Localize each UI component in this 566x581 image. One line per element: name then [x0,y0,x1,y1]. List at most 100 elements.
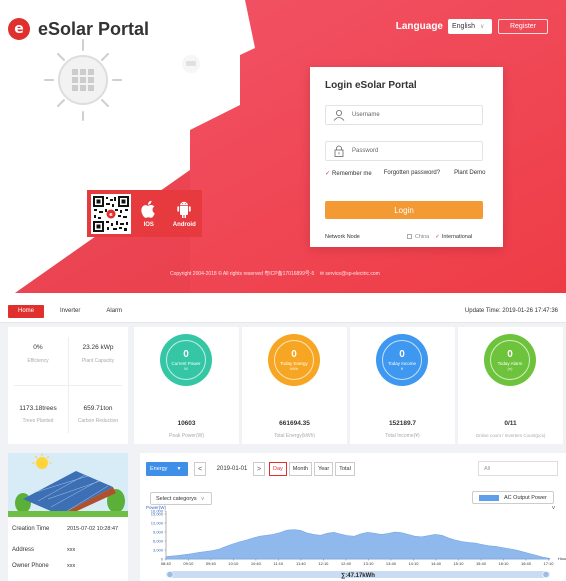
next-date-button[interactable]: > [253,462,265,476]
legend-swatch [479,494,499,501]
kpi-number: 0 [183,349,189,360]
date-display[interactable]: 2019-01-01 [211,462,253,476]
tab-inverter[interactable]: Inverter [50,305,90,318]
y-tick-label: 6,000 [153,539,164,544]
chevron-down-icon: ∨ [479,24,485,30]
x-tick-label: 10:10 [228,561,239,566]
energy-select[interactable]: Energy ▼ [146,462,188,476]
android-app-link[interactable]: Android [167,199,203,228]
legend-label: AC Output Power [504,494,547,501]
kpi-gauge: 0 Current Power W [160,334,212,386]
y-tick-label: 15,000 [151,512,164,517]
owner-label: Owner Phone [12,563,49,569]
period-total[interactable]: Total [335,462,355,476]
x-tick-label: 16:40 [521,561,532,566]
kpi-number: 0 [507,349,513,360]
x-tick-label: 17:10 [543,561,554,566]
remember-me-label: Remember me [332,171,372,177]
login-button[interactable]: Login [325,201,483,219]
kpi-gauge: 0 Today Income ¥ [376,334,428,386]
kpi-alarm: 0 Today Alarm (n) 0/11 Online count / In… [458,327,563,444]
password-field[interactable]: Password [325,141,483,161]
x-tick-label: 08:40 [161,561,172,566]
kpi-total: 10603 [177,420,196,427]
period-year[interactable]: Year [314,462,334,476]
username-field[interactable]: Username [325,105,483,125]
chart-legend[interactable]: AC Output Power [472,491,554,504]
prev-date-button[interactable]: < [194,462,206,476]
android-icon [177,201,191,218]
chevron-down-icon: ∨ [200,495,205,502]
node-option-china[interactable]: China [406,234,430,240]
summary-label: Plant Capacity [81,358,115,364]
chevron-right-icon: > [256,465,262,473]
node-international-label: International [441,234,473,240]
password-placeholder: Password [352,148,379,154]
y-tick-label: 3,000 [153,548,164,553]
summary-value: 659.71ton [83,405,113,412]
category-select[interactable]: Select categorys ∨ [150,492,212,505]
plant-demo-link[interactable]: Plant Demo [454,170,485,177]
address-label: Address [12,547,35,553]
summary-label: Trees Planted [22,418,54,424]
ios-app-link[interactable]: IOS [131,199,167,228]
register-button[interactable]: Register [498,19,548,34]
x-tick-label: 13:10 [363,561,374,566]
owner-value: xxx [67,563,76,569]
dashboard-nav: Home Inverter Alarm Update Time: 2019-01… [0,300,566,323]
brand-name: eSolar Portal [38,18,150,39]
y-tick-label: 12,000 [151,521,164,526]
ios-label: IOS [143,222,154,228]
svg-text:e: e [109,212,113,218]
login-banner: e eSolar Portal Language English ∨ Regis… [0,0,566,293]
kpi-energy: 0 Today Energy kWh 661694.35 Total Energ… [242,327,347,444]
brand-logo: e [8,18,30,40]
user-icon [326,109,352,121]
support-email-link[interactable]: service@sp-electric.com [325,271,380,277]
login-title: Login eSolar Portal [325,80,417,91]
creation-time-row: Creation Time 2015-07-02 10:28:47 [12,526,127,532]
power-area-chart: Power(W) V16,00015,00012,0009,0006,0003,0… [146,505,566,579]
range-slider-handle-left [166,571,174,579]
range-slider-handle-right [542,571,550,579]
kpi-number: 0 [399,349,405,360]
summary-capacity: 23.26 kWp Plant Capacity [68,344,128,364]
kpi-gauge: 0 Today Energy kWh [268,334,320,386]
copyright-footer: Copyright 2004-2018 © All rights reserve… [170,270,380,277]
login-card: Login eSolar Portal Username Password ✓ R… [310,67,503,247]
summary-panel: 0% Efficiency 23.26 kWp Plant Capacity 1… [8,327,128,444]
summary-value: 23.26 kWp [82,344,114,351]
brand[interactable]: e eSolar Portal [8,18,149,40]
energy-select-label: Energy [150,466,168,472]
tab-alarm[interactable]: Alarm [96,305,132,318]
remember-me-checkbox[interactable]: ✓ Remember me [325,170,372,177]
series-area-ac-output-power [165,529,551,560]
forgot-password-link[interactable]: Forgotten password? [384,170,440,177]
kpi-unit: ¥ [400,366,404,371]
summary-value: 1173.18trees [19,405,57,412]
caret-down-icon: ▼ [176,466,182,472]
energy-chart-panel: Energy ▼ < 2019-01-01 > Day Month Year T… [140,453,566,581]
kpi-power: 0 Current Power W 10603 Peak Power(W) [134,327,239,444]
summary-label: Efficiency [27,358,49,364]
login-options: ✓ Remember me Forgotten password? Plant D… [325,170,490,177]
creation-value: 2015-07-02 10:28:47 [67,526,119,532]
check-icon: ✓ [435,234,440,240]
x-tick-label: 15:10 [453,561,464,566]
node-china-label: China [414,234,430,240]
period-month[interactable]: Month [288,462,313,476]
tab-home[interactable]: Home [8,304,45,318]
apple-icon [141,200,155,218]
summary-value: 0% [33,344,43,351]
kpi-income: 0 Today Income ¥ 152189.7 Total Income(¥… [350,327,455,444]
update-time: Update Time: 2019-01-26 17:47:36 [464,308,558,314]
language-select[interactable]: English ∨ [448,19,492,34]
kpi-total: 661694.35 [279,420,310,427]
kpi-total: 0/11 [504,420,517,427]
node-option-international[interactable]: ✓ International [435,234,472,240]
device-filter-input[interactable]: All [478,461,558,476]
kpi-label: Total Income(¥) [385,433,420,439]
plant-image [8,453,128,517]
username-placeholder: Username [352,112,380,118]
period-day[interactable]: Day [269,462,287,476]
